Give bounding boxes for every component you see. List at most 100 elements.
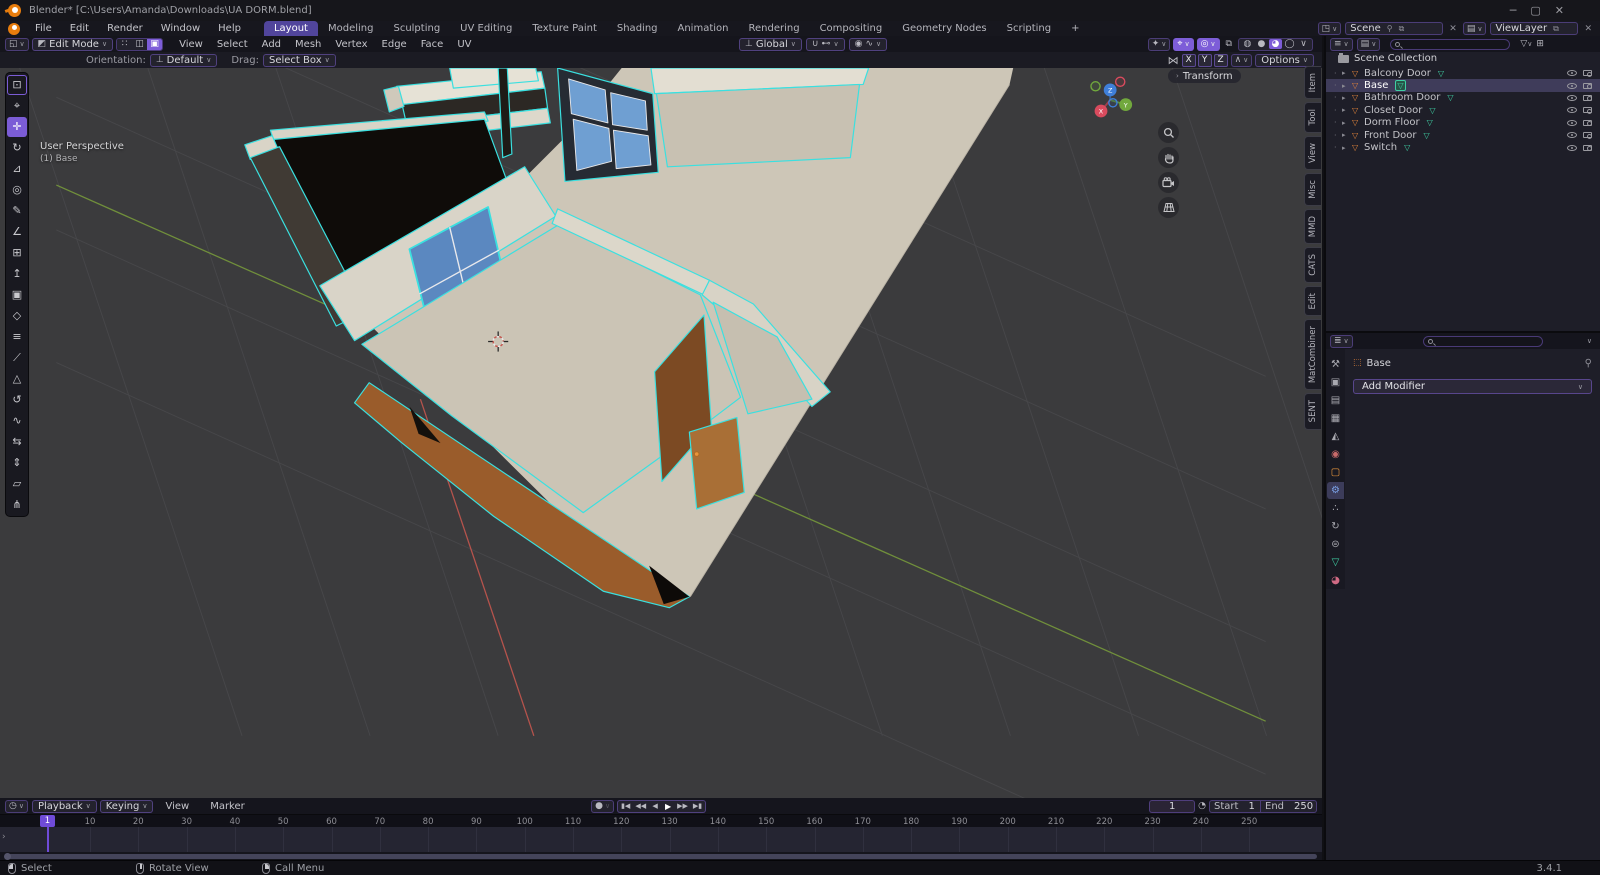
- drag-dropdown[interactable]: Select Box ∨: [263, 53, 336, 67]
- pan-hand-icon[interactable]: [1158, 147, 1179, 168]
- properties-editor-type-button[interactable]: ≣ ∨: [1330, 334, 1353, 348]
- properties-search-input[interactable]: [1422, 335, 1543, 347]
- solid-shading-button[interactable]: ●: [1255, 39, 1268, 49]
- editor-type-button[interactable]: ◱ ∨: [5, 37, 29, 51]
- tool-transform[interactable]: ◎: [7, 180, 27, 200]
- disclosure-icon[interactable]: ▸: [1342, 82, 1352, 90]
- hide-viewport-icon[interactable]: [1567, 94, 1577, 101]
- workspace-tab-layout[interactable]: Layout: [263, 21, 318, 36]
- properties-tab-particles[interactable]: ∴: [1327, 500, 1344, 517]
- tool-cursor[interactable]: ⌖: [7, 96, 27, 116]
- properties-options-icon[interactable]: ∨: [1587, 337, 1596, 345]
- transform-panel-collapsed[interactable]: › Transform: [1168, 69, 1241, 83]
- sidebar-tab-view[interactable]: View: [1304, 135, 1321, 171]
- workspace-tab-geometry-nodes[interactable]: Geometry Nodes: [892, 21, 996, 36]
- tool-move[interactable]: ✛: [7, 116, 27, 137]
- mode-dropdown[interactable]: ◩ Edit Mode ∨: [31, 37, 114, 51]
- visibility-dropdown[interactable]: ✦ ∨: [1147, 37, 1171, 51]
- sidebar-tab-matcombiner[interactable]: MatCombiner: [1304, 319, 1321, 391]
- timeline-tracks[interactable]: [0, 827, 1322, 852]
- tool-poly-build[interactable]: △: [7, 369, 27, 389]
- rendered-shading-button[interactable]: ◯: [1283, 39, 1296, 49]
- vertex-select-button[interactable]: ∷: [117, 38, 133, 50]
- properties-tab-constraints[interactable]: ⊜: [1327, 536, 1344, 553]
- current-frame-badge[interactable]: 1: [40, 815, 55, 827]
- pin-icon[interactable]: ⚲: [1585, 358, 1592, 369]
- properties-tab-object-data[interactable]: ▽: [1327, 554, 1344, 571]
- tool-loop-cut[interactable]: ≡: [7, 327, 27, 347]
- copy-viewlayer-icon[interactable]: ⧉: [1553, 24, 1559, 34]
- playhead[interactable]: [47, 827, 49, 852]
- auto-keying-button[interactable]: ● ∨: [591, 799, 615, 813]
- sidebar-tab-tool[interactable]: Tool: [1304, 102, 1321, 133]
- tool-edge-slide[interactable]: ⇆: [7, 432, 27, 452]
- properties-tab-physics[interactable]: ↻: [1327, 518, 1344, 535]
- tool-rotate[interactable]: ↻: [7, 138, 27, 158]
- mirror-icon[interactable]: ⋈: [1168, 54, 1179, 67]
- timeline-ruler[interactable]: 1 10 20 30 40 50 60 70 80 90 100 110 120 130 140 150 16…: [0, 814, 1322, 827]
- 3d-viewport[interactable]: Z X Y User Perspective (1) Base: [0, 68, 1322, 798]
- blender-menu-icon[interactable]: [8, 22, 20, 35]
- workspace-tab-uv-editing[interactable]: UV Editing: [450, 21, 522, 36]
- orientation-dropdown[interactable]: ⊥ Default ∨: [149, 53, 218, 67]
- menu-window[interactable]: Window: [152, 22, 209, 35]
- navigation-gizmo[interactable]: Z X Y: [1090, 76, 1133, 118]
- preview-range-icon[interactable]: ◔: [1198, 801, 1206, 811]
- properties-tab-modifiers[interactable]: ⚙: [1327, 481, 1344, 499]
- show-gizmo-dropdown[interactable]: ⌖ ∨: [1173, 37, 1194, 51]
- viewport-menu-face[interactable]: Face: [414, 38, 451, 51]
- menu-edit[interactable]: Edit: [61, 22, 98, 35]
- tool-shrink-fatten[interactable]: ⇕: [7, 453, 27, 473]
- properties-tab-world[interactable]: ◉: [1327, 446, 1344, 463]
- viewport-menu-edge[interactable]: Edge: [375, 38, 414, 51]
- shading-dropdown-icon[interactable]: ∨: [1297, 39, 1310, 49]
- disclosure-icon[interactable]: ▸: [1342, 94, 1352, 102]
- workspace-tab-modeling[interactable]: Modeling: [318, 21, 384, 36]
- workspace-tab-shading[interactable]: Shading: [607, 21, 668, 36]
- properties-tab-object[interactable]: ▢: [1327, 464, 1344, 481]
- outliner-item-front-door[interactable]: · ▸ ▽ Front Door ▽: [1326, 129, 1600, 141]
- timeline-editor-type-button[interactable]: ◷ ∨: [5, 799, 28, 813]
- outliner-search-input[interactable]: [1390, 38, 1511, 50]
- hide-viewport-icon[interactable]: [1567, 107, 1577, 114]
- workspace-tab-sculpting[interactable]: Sculpting: [383, 21, 450, 36]
- disclosure-icon[interactable]: ▸: [1342, 144, 1352, 152]
- disable-render-icon[interactable]: [1583, 119, 1592, 127]
- sidebar-tab-misc[interactable]: Misc: [1304, 173, 1321, 206]
- maximize-button[interactable]: ▢: [1530, 4, 1540, 17]
- unlink-scene-button[interactable]: ✕: [1447, 24, 1459, 34]
- axis-toggle-z[interactable]: Z: [1213, 53, 1228, 67]
- add-workspace-button[interactable]: +: [1061, 21, 1089, 36]
- viewport-menu-vertex[interactable]: Vertex: [328, 38, 374, 51]
- timeline-menu-keying[interactable]: Keying ∨: [99, 799, 154, 813]
- current-frame-field[interactable]: 1: [1149, 799, 1196, 813]
- viewport-menu-select[interactable]: Select: [210, 38, 255, 51]
- sidebar-tab-cats[interactable]: CATS: [1304, 247, 1321, 283]
- timeline-scrollbar[interactable]: [4, 852, 1317, 860]
- menu-file[interactable]: File: [26, 22, 61, 35]
- workspace-tab-animation[interactable]: Animation: [668, 21, 739, 36]
- wireframe-shading-button[interactable]: ◍: [1241, 39, 1254, 49]
- tool-scale[interactable]: ⊿: [7, 159, 27, 179]
- tool-spin[interactable]: ↺: [7, 390, 27, 410]
- menu-help[interactable]: Help: [209, 22, 250, 35]
- outliner-item-closet-door[interactable]: · ▸ ▽ Closet Door ▽: [1326, 104, 1600, 116]
- tool-annotate[interactable]: ✎: [7, 201, 27, 221]
- tool-shear[interactable]: ▱: [7, 474, 27, 494]
- frame-start-field[interactable]: Start 1: [1209, 799, 1261, 813]
- timeline-menu-view[interactable]: View: [156, 800, 198, 813]
- tool-knife[interactable]: ⟋: [7, 348, 27, 368]
- show-overlays-dropdown[interactable]: ◎ ∨: [1196, 37, 1220, 51]
- disable-render-icon[interactable]: [1583, 107, 1592, 114]
- pin-scene-icon[interactable]: ⚲: [1387, 24, 1393, 33]
- close-button[interactable]: ✕: [1555, 4, 1564, 17]
- outliner-item-bathroom-door[interactable]: · ▸ ▽ Bathroom Door ▽: [1326, 92, 1600, 104]
- viewport-menu-add[interactable]: Add: [255, 38, 288, 51]
- filter-icon[interactable]: ▽∨: [1520, 39, 1532, 49]
- proportional-edit-dropdown[interactable]: ◉ ∿ ∨: [848, 37, 888, 51]
- workspace-tab-texture-paint[interactable]: Texture Paint: [522, 21, 607, 36]
- sidebar-tab-edit[interactable]: Edit: [1304, 285, 1321, 317]
- tool-rip-region[interactable]: ⋔: [7, 495, 27, 515]
- disclosure-icon[interactable]: ▸: [1342, 119, 1352, 127]
- workspace-tab-rendering[interactable]: Rendering: [738, 21, 809, 36]
